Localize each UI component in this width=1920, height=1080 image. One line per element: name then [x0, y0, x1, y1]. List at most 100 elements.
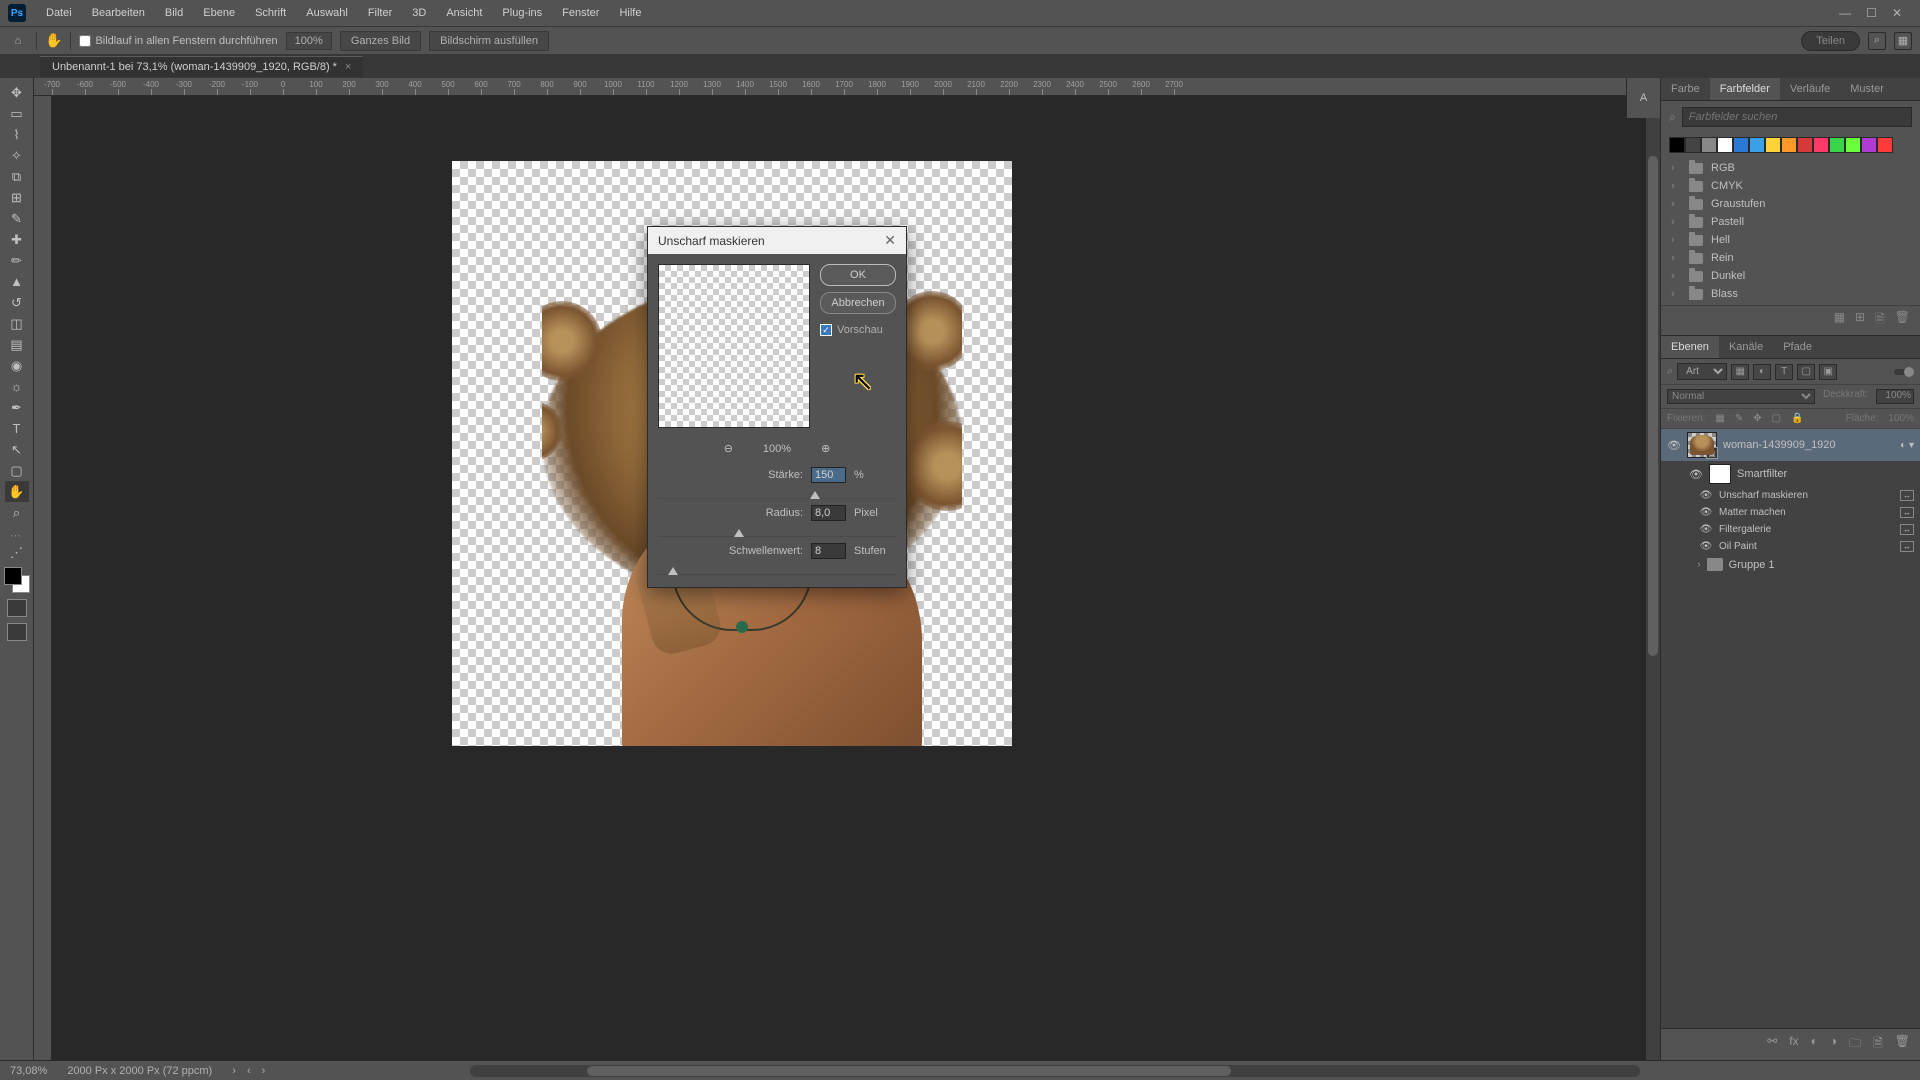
stamp-tool-icon[interactable]: ▲ — [5, 271, 29, 292]
crop-tool-icon[interactable]: ⧉ — [5, 166, 29, 187]
radius-input[interactable] — [811, 505, 846, 521]
brush-tool-icon[interactable]: ✏ — [5, 250, 29, 271]
search-icon[interactable]: ⌕ — [1868, 32, 1886, 50]
lasso-tool-icon[interactable]: ⌇ — [5, 124, 29, 145]
tab-muster[interactable]: Muster — [1840, 78, 1894, 100]
chevron-right-icon[interactable]: › — [1671, 270, 1681, 282]
screenmode-icon[interactable] — [7, 623, 27, 641]
swatch[interactable] — [1749, 137, 1765, 153]
chevron-right-icon[interactable]: › — [1671, 198, 1681, 210]
menu-datei[interactable]: Datei — [36, 7, 82, 19]
visibility-toggle[interactable]: 👁 — [1699, 507, 1713, 518]
visibility-toggle[interactable]: 👁 — [1689, 468, 1703, 481]
chevron-right-icon[interactable]: › — [1671, 234, 1681, 246]
layer-style-icon[interactable]: fx — [1789, 1034, 1798, 1055]
history-brush-tool-icon[interactable]: ↺ — [5, 292, 29, 313]
pen-tool-icon[interactable]: ✒ — [5, 397, 29, 418]
chevron-right-icon[interactable]: › — [1671, 180, 1681, 192]
menu-3d[interactable]: 3D — [402, 7, 436, 19]
menu-plugins[interactable]: Plug-ins — [492, 7, 552, 19]
close-icon[interactable]: ✕ — [1892, 6, 1902, 20]
swatch[interactable] — [1829, 137, 1845, 153]
move-tool-icon[interactable]: ✥ — [5, 82, 29, 103]
visibility-toggle[interactable]: 👁 — [1699, 541, 1713, 552]
filter-smart-icon[interactable]: ▣ — [1819, 364, 1837, 380]
swatch[interactable] — [1701, 137, 1717, 153]
lock-transparent-icon[interactable]: ▦ — [1715, 413, 1724, 424]
amount-slider[interactable] — [658, 487, 896, 499]
viewport[interactable]: Unscharf maskieren ✕ OK Abbrechen ✓ Vors… — [52, 96, 1660, 1060]
status-docinfo[interactable]: 2000 Px x 2000 Px (72 ppcm) — [67, 1065, 212, 1077]
filter-toggle[interactable] — [1894, 366, 1914, 378]
swatch-export-icon[interactable]: ▦ — [1834, 310, 1845, 331]
scroll-all-checkbox[interactable]: Bildlauf in allen Fenstern durchführen — [79, 35, 277, 47]
swatch-folder[interactable]: ›Rein — [1661, 249, 1920, 267]
eyedropper-tool-icon[interactable]: ✎ — [5, 208, 29, 229]
zoom-out-icon[interactable]: ⊖ — [724, 442, 733, 455]
swatch[interactable] — [1781, 137, 1797, 153]
ok-button[interactable]: OK — [820, 264, 896, 286]
link-layers-icon[interactable]: ⚯ — [1767, 1034, 1777, 1055]
fit-whole-button[interactable]: Ganzes Bild — [340, 31, 421, 51]
filter-unsharp-mask[interactable]: 👁 Unscharf maskieren ↔ — [1661, 487, 1920, 504]
filter-oil-paint[interactable]: 👁 Oil Paint ↔ — [1661, 538, 1920, 555]
threshold-slider[interactable] — [658, 563, 896, 575]
new-layer-icon[interactable]: 🗎 — [1873, 1034, 1883, 1055]
frame-tool-icon[interactable]: ⊞ — [5, 187, 29, 208]
visibility-toggle[interactable]: 👁 — [1699, 524, 1713, 535]
menu-hilfe[interactable]: Hilfe — [609, 7, 651, 19]
menu-fenster[interactable]: Fenster — [552, 7, 609, 19]
filter-pixel-icon[interactable]: ▦ — [1731, 364, 1749, 380]
workspace-icon[interactable]: ▦ — [1894, 32, 1912, 50]
zoom-value[interactable]: 100% — [286, 32, 332, 50]
scrollbar-vertical[interactable] — [1646, 96, 1660, 1060]
share-button[interactable]: Teilen — [1801, 31, 1860, 51]
layer-effects-icons[interactable]: ◐ ▾ — [1900, 440, 1914, 451]
tab-verlaeufe[interactable]: Verläufe — [1780, 78, 1840, 100]
type-tool-icon[interactable]: T — [5, 418, 29, 439]
cancel-button[interactable]: Abbrechen — [820, 292, 896, 314]
filter-blend-icon[interactable]: ↔ — [1900, 524, 1914, 535]
new-swatch-icon[interactable]: 🗎 — [1875, 310, 1885, 331]
layer-main[interactable]: 👁 ▣ woman-1439909_1920 ◐ ▾ — [1661, 429, 1920, 461]
scrollbar-horizontal[interactable] — [470, 1065, 1640, 1077]
visibility-toggle[interactable]: 👁 — [1699, 490, 1713, 501]
radius-slider[interactable] — [658, 525, 896, 537]
swatch[interactable] — [1861, 137, 1877, 153]
chevron-right-icon[interactable]: › — [1671, 252, 1681, 264]
hand-tool-icon-selected[interactable]: ✋ — [5, 481, 29, 502]
new-folder-icon[interactable]: ⊞ — [1855, 310, 1865, 331]
foreground-color[interactable] — [4, 567, 22, 585]
maximize-icon[interactable]: ☐ — [1866, 6, 1877, 20]
amount-input[interactable] — [811, 467, 846, 483]
filter-matter-machen[interactable]: 👁 Matter machen ↔ — [1661, 504, 1920, 521]
swatch[interactable] — [1797, 137, 1813, 153]
menu-schrift[interactable]: Schrift — [245, 7, 296, 19]
menu-bild[interactable]: Bild — [155, 7, 193, 19]
filter-blend-icon[interactable]: ↔ — [1900, 507, 1914, 518]
filter-blend-icon[interactable]: ↔ — [1900, 490, 1914, 501]
filter-filtergalerie[interactable]: 👁 Filtergalerie ↔ — [1661, 521, 1920, 538]
lock-artboard-icon[interactable]: ▢ — [1772, 413, 1781, 424]
swatch[interactable] — [1765, 137, 1781, 153]
dodge-tool-icon[interactable]: ☼ — [5, 376, 29, 397]
swatch[interactable] — [1813, 137, 1829, 153]
layer-mask-icon[interactable]: ◐ — [1811, 1034, 1818, 1055]
eraser-tool-icon[interactable]: ◫ — [5, 313, 29, 334]
visibility-toggle[interactable]: 👁 — [1667, 439, 1681, 452]
swatch-folder[interactable]: ›Dunkel — [1661, 267, 1920, 285]
tab-farbfelder[interactable]: Farbfelder — [1710, 78, 1780, 100]
filter-adjust-icon[interactable]: ◐ — [1753, 364, 1771, 380]
smartfilters-row[interactable]: 👁 Smartfilter — [1661, 461, 1920, 487]
menu-ebene[interactable]: Ebene — [193, 7, 245, 19]
hand-tool-icon[interactable]: ✋ — [45, 32, 62, 49]
edit-toolbar-icon[interactable]: ⋰ — [5, 542, 29, 563]
delete-layer-icon[interactable]: 🗑 — [1895, 1034, 1910, 1055]
fill-screen-button[interactable]: Bildschirm ausfüllen — [429, 31, 549, 51]
chevron-right-icon[interactable]: › — [1697, 559, 1701, 571]
chevron-right-icon[interactable]: › — [1671, 216, 1681, 228]
type-panel-icon[interactable]: A — [1634, 88, 1654, 108]
new-group-icon[interactable]: 🗀 — [1849, 1034, 1861, 1055]
lock-all-icon[interactable]: 🔒 — [1791, 413, 1803, 424]
tab-pfade[interactable]: Pfade — [1773, 336, 1822, 358]
